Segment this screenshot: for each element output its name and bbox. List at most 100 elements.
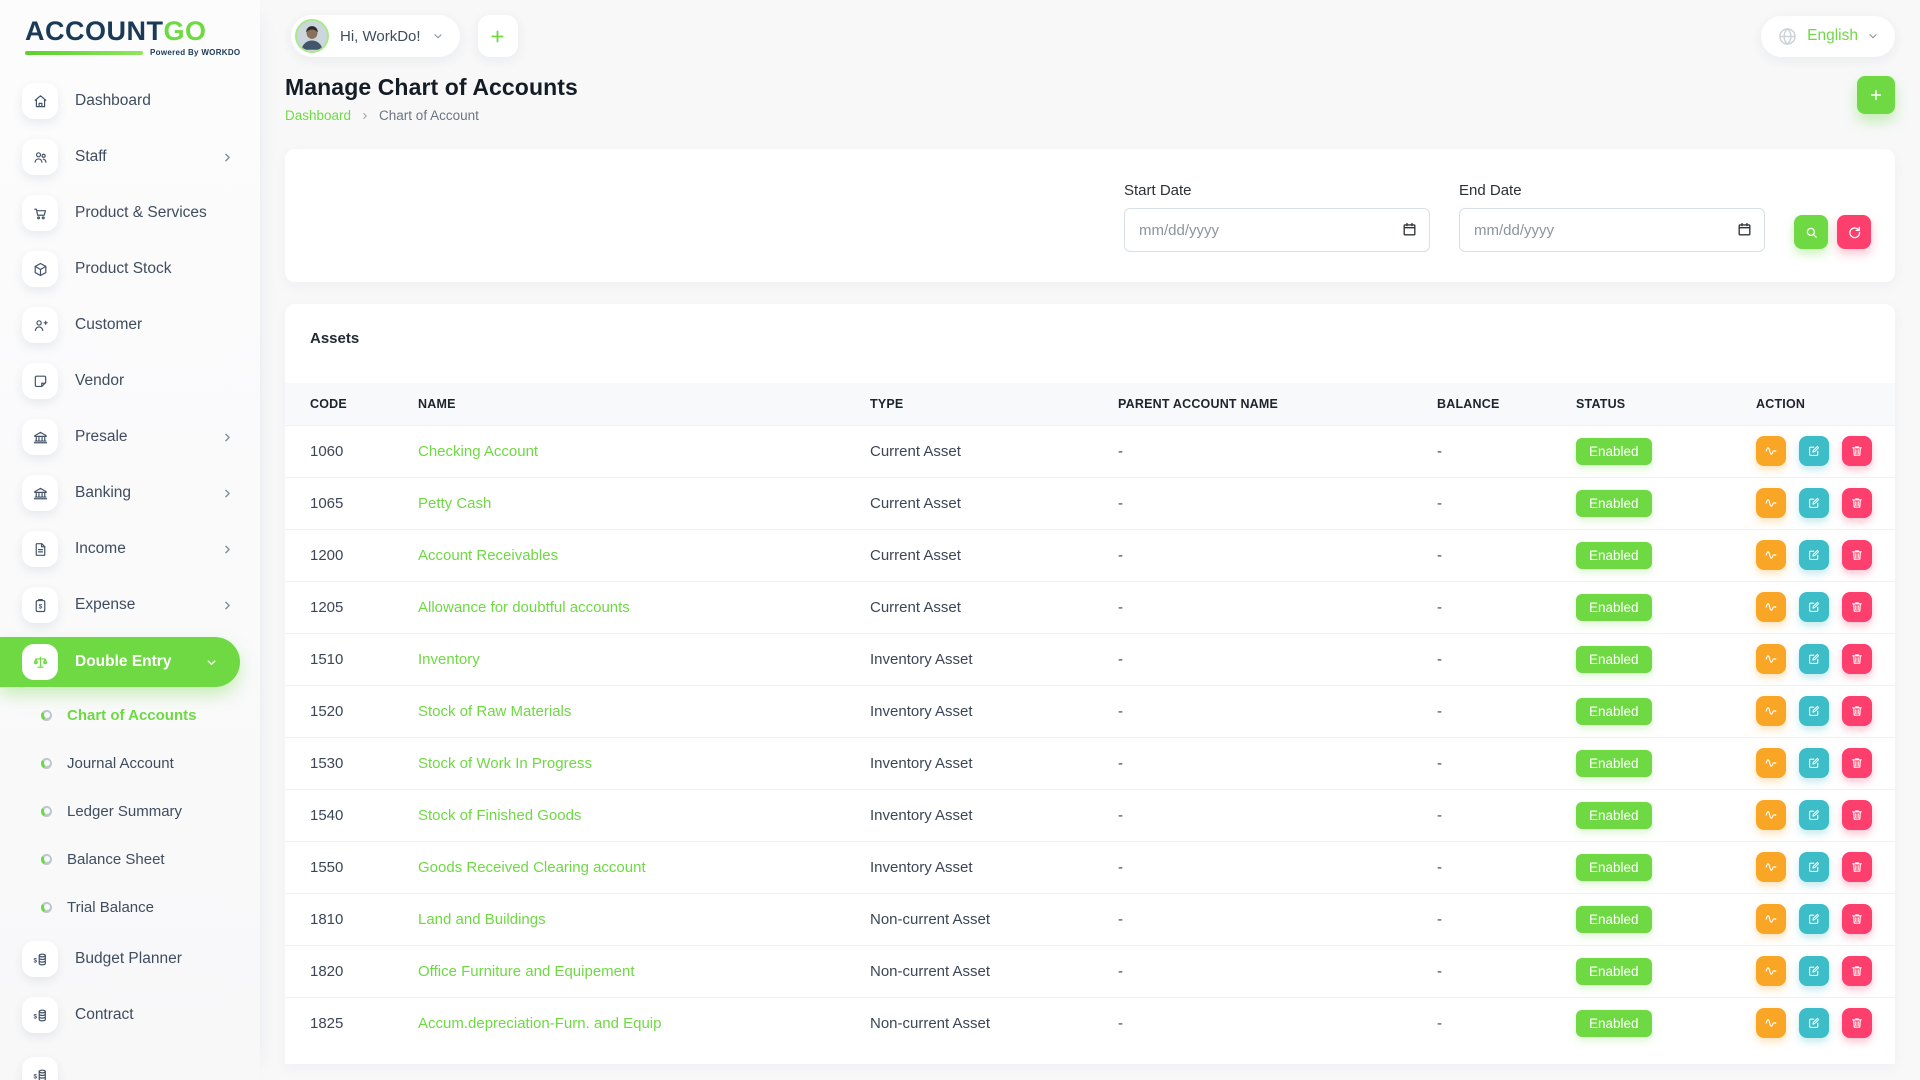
transactions-button[interactable] bbox=[1756, 592, 1786, 622]
create-account-button[interactable] bbox=[1857, 76, 1895, 114]
edit-icon bbox=[1807, 756, 1821, 770]
transactions-button[interactable] bbox=[1756, 436, 1786, 466]
sidebar-item-presale[interactable]: Presale bbox=[0, 409, 260, 465]
sidebar-subitem-chart-of-accounts[interactable]: Chart of Accounts bbox=[0, 691, 260, 739]
transactions-button[interactable] bbox=[1756, 904, 1786, 934]
transactions-button[interactable] bbox=[1756, 800, 1786, 830]
delete-button[interactable] bbox=[1842, 852, 1872, 882]
sidebar-item-income[interactable]: Income bbox=[0, 521, 260, 577]
delete-button[interactable] bbox=[1842, 592, 1872, 622]
breadcrumb-dashboard-link[interactable]: Dashboard bbox=[285, 108, 351, 123]
sidebar-item-partial[interactable]: $ bbox=[0, 1047, 260, 1080]
users-icon bbox=[22, 139, 58, 175]
language-label: English bbox=[1807, 27, 1858, 45]
account-name-link[interactable]: Checking Account bbox=[418, 443, 538, 460]
delete-button[interactable] bbox=[1842, 956, 1872, 986]
edit-button[interactable] bbox=[1799, 540, 1829, 570]
column-header-parent-account-name: PARENT ACCOUNT NAME bbox=[1118, 383, 1437, 425]
edit-icon bbox=[1807, 600, 1821, 614]
edit-button[interactable] bbox=[1799, 592, 1829, 622]
sidebar-nav: Dashboard Staff Product & Services Produ… bbox=[0, 73, 260, 633]
sidebar-item-product-services[interactable]: Product & Services bbox=[0, 185, 260, 241]
edit-button[interactable] bbox=[1799, 488, 1829, 518]
sidebar-item-vendor[interactable]: Vendor bbox=[0, 353, 260, 409]
account-type: Non-current Asset bbox=[870, 1015, 990, 1032]
delete-button[interactable] bbox=[1842, 800, 1872, 830]
account-code: 1060 bbox=[310, 443, 343, 460]
account-name-link[interactable]: Stock of Raw Materials bbox=[418, 703, 571, 720]
sidebar-item-product-stock[interactable]: Product Stock bbox=[0, 241, 260, 297]
calendar-icon[interactable] bbox=[1401, 221, 1418, 238]
edit-button[interactable] bbox=[1799, 800, 1829, 830]
account-name-link[interactable]: Goods Received Clearing account bbox=[418, 859, 646, 876]
transactions-button[interactable] bbox=[1756, 540, 1786, 570]
sidebar-subitem-trial-balance[interactable]: Trial Balance bbox=[0, 883, 260, 931]
sidebar-item-contract[interactable]: $ Contract bbox=[0, 987, 260, 1043]
account-name-link[interactable]: Account Receivables bbox=[418, 547, 558, 564]
delete-button[interactable] bbox=[1842, 904, 1872, 934]
balance-value: - bbox=[1437, 911, 1442, 928]
delete-button[interactable] bbox=[1842, 488, 1872, 518]
reset-filter-button[interactable] bbox=[1837, 215, 1871, 249]
edit-button[interactable] bbox=[1799, 696, 1829, 726]
delete-button[interactable] bbox=[1842, 644, 1872, 674]
account-name-link[interactable]: Land and Buildings bbox=[418, 911, 546, 928]
language-selector[interactable]: English bbox=[1761, 16, 1895, 57]
edit-button[interactable] bbox=[1799, 852, 1829, 882]
account-name-link[interactable]: Inventory bbox=[418, 651, 480, 668]
sidebar-item-double-entry[interactable]: Double Entry bbox=[0, 637, 240, 687]
transactions-button[interactable] bbox=[1756, 696, 1786, 726]
apply-filter-button[interactable] bbox=[1794, 215, 1828, 249]
sidebar-item-banking[interactable]: Banking bbox=[0, 465, 260, 521]
delete-button[interactable] bbox=[1842, 540, 1872, 570]
account-name-link[interactable]: Allowance for doubtful accounts bbox=[418, 599, 630, 616]
parent-account-name: - bbox=[1118, 495, 1123, 512]
account-name-link[interactable]: Office Furniture and Equipement bbox=[418, 963, 635, 980]
delete-button[interactable] bbox=[1842, 748, 1872, 778]
greeting-label: Hi, WorkDo! bbox=[340, 28, 421, 45]
scales-icon bbox=[22, 644, 58, 680]
account-name-link[interactable]: Stock of Work In Progress bbox=[418, 755, 592, 772]
sidebar-subitem-ledger-summary[interactable]: Ledger Summary bbox=[0, 787, 260, 835]
edit-button[interactable] bbox=[1799, 748, 1829, 778]
user-menu[interactable]: Hi, WorkDo! bbox=[291, 15, 460, 57]
transactions-button[interactable] bbox=[1756, 748, 1786, 778]
sidebar-subitem-journal-account[interactable]: Journal Account bbox=[0, 739, 260, 787]
end-date-input[interactable] bbox=[1459, 208, 1765, 252]
edit-button[interactable] bbox=[1799, 904, 1829, 934]
edit-button[interactable] bbox=[1799, 436, 1829, 466]
table-row: 1205 Allowance for doubtful accounts Cur… bbox=[285, 581, 1895, 633]
account-type: Non-current Asset bbox=[870, 963, 990, 980]
account-name-link[interactable]: Stock of Finished Goods bbox=[418, 807, 581, 824]
sidebar-item-staff[interactable]: Staff bbox=[0, 129, 260, 185]
account-name-link[interactable]: Accum.depreciation-Furn. and Equip bbox=[418, 1015, 661, 1032]
brand-logo[interactable]: ACCOUNTGO Powered By WORKDO bbox=[0, 0, 260, 57]
edit-button[interactable] bbox=[1799, 956, 1829, 986]
balance-value: - bbox=[1437, 859, 1442, 876]
calendar-icon[interactable] bbox=[1736, 221, 1753, 238]
edit-icon bbox=[1807, 652, 1821, 666]
parent-account-name: - bbox=[1118, 599, 1123, 616]
edit-button[interactable] bbox=[1799, 1008, 1829, 1038]
account-name-link[interactable]: Petty Cash bbox=[418, 495, 491, 512]
sidebar-item-expense[interactable]: $ Expense bbox=[0, 577, 260, 633]
sidebar-item-customer[interactable]: Customer bbox=[0, 297, 260, 353]
transactions-button[interactable] bbox=[1756, 488, 1786, 518]
transactions-button[interactable] bbox=[1756, 1008, 1786, 1038]
transactions-button[interactable] bbox=[1756, 956, 1786, 986]
delete-button[interactable] bbox=[1842, 696, 1872, 726]
quick-add-button[interactable] bbox=[478, 15, 518, 57]
wave-icon bbox=[1764, 860, 1778, 874]
delete-button[interactable] bbox=[1842, 436, 1872, 466]
sidebar-item-budget-planner[interactable]: $ Budget Planner bbox=[0, 931, 260, 987]
topbar: Hi, WorkDo! English bbox=[285, 14, 1895, 58]
transactions-button[interactable] bbox=[1756, 644, 1786, 674]
edit-button[interactable] bbox=[1799, 644, 1829, 674]
chevron-right-icon bbox=[360, 111, 370, 121]
delete-button[interactable] bbox=[1842, 1008, 1872, 1038]
transactions-button[interactable] bbox=[1756, 852, 1786, 882]
sidebar-subitem-balance-sheet[interactable]: Balance Sheet bbox=[0, 835, 260, 883]
sidebar-item-dashboard[interactable]: Dashboard bbox=[0, 73, 260, 129]
start-date-input[interactable] bbox=[1124, 208, 1430, 252]
account-type: Inventory Asset bbox=[870, 703, 973, 720]
